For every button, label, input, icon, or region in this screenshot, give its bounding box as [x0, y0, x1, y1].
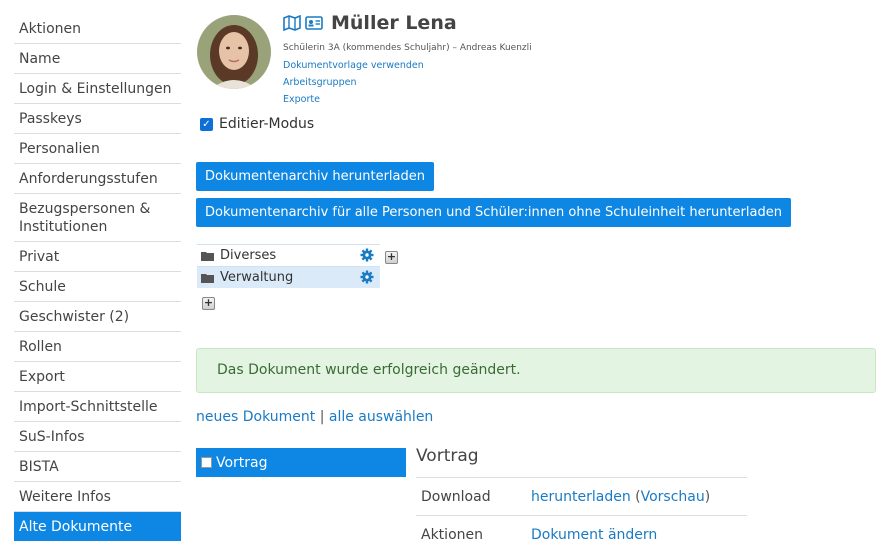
- link-dokumentvorlage[interactable]: Dokumentvorlage verwenden: [283, 60, 424, 71]
- sidebar-item-weitere-infos[interactable]: Weitere Infos: [14, 482, 181, 512]
- document-checkbox[interactable]: [201, 457, 212, 468]
- folder-label: Verwaltung: [220, 270, 294, 285]
- sidebar-item-personalien[interactable]: Personalien: [14, 134, 181, 164]
- sidebar-item-bezugspersonen[interactable]: Bezugspersonen & Institutionen: [14, 194, 181, 242]
- folder-row[interactable]: Diverses: [197, 244, 380, 266]
- folder-icon: [201, 251, 214, 261]
- detail-row-actions: Aktionen Dokument ändern: [416, 515, 747, 551]
- sidebar-item-login[interactable]: Login & Einstellungen: [14, 74, 181, 104]
- document-label: Vortrag: [216, 454, 268, 471]
- sidebar-item-bista[interactable]: BISTA: [14, 452, 181, 482]
- sidebar-item-sus-infos[interactable]: SuS-Infos: [14, 422, 181, 452]
- download-label: Download: [421, 488, 491, 505]
- document-detail-title: Vortrag: [416, 446, 479, 466]
- separator: |: [319, 409, 325, 425]
- document-list-item[interactable]: Vortrag: [196, 448, 406, 477]
- preview-link[interactable]: Vorschau: [641, 489, 705, 505]
- folder-label: Diverses: [220, 248, 277, 263]
- download-value: herunterladen (Vorschau): [531, 488, 711, 505]
- profile-title-row: Müller Lena: [283, 12, 457, 34]
- add-subfolder-icon[interactable]: +: [385, 251, 398, 264]
- id-card-icon[interactable]: [305, 15, 323, 31]
- sidebar-item-aktionen[interactable]: Aktionen: [14, 14, 181, 44]
- sidebar-item-geschwister[interactable]: Geschwister (2): [14, 302, 181, 332]
- folder-row-selected[interactable]: Verwaltung: [197, 266, 380, 288]
- checkbox-checked-icon[interactable]: ✓: [200, 117, 213, 131]
- download-archive-button[interactable]: Dokumentenarchiv herunterladen: [196, 162, 434, 191]
- map-icon[interactable]: [283, 14, 301, 32]
- success-alert: Das Dokument wurde erfolgreich geändert.: [196, 348, 876, 393]
- folder-icon: [201, 273, 214, 283]
- edit-mode-label: Editier-Modus: [219, 116, 315, 132]
- gear-icon[interactable]: [360, 270, 374, 284]
- sidebar-item-name[interactable]: Name: [14, 44, 181, 74]
- avatar: [197, 15, 271, 89]
- edit-mode-toggle[interactable]: ✓ Editier-Modus: [200, 116, 314, 132]
- link-arbeitsgruppen[interactable]: Arbeitsgruppen: [283, 77, 356, 88]
- sidebar-item-import[interactable]: Import-Schnittstelle: [14, 392, 181, 422]
- link-exporte[interactable]: Exporte: [283, 94, 320, 105]
- download-link[interactable]: herunterladen: [531, 489, 631, 505]
- actions-label: Aktionen: [421, 526, 483, 543]
- edit-document-link[interactable]: Dokument ändern: [531, 527, 657, 543]
- sidebar-item-schule[interactable]: Schule: [14, 272, 181, 302]
- document-detail-table: Download herunterladen (Vorschau) Aktion…: [416, 477, 747, 551]
- sidebar-item-rollen[interactable]: Rollen: [14, 332, 181, 362]
- gear-icon[interactable]: [360, 248, 374, 262]
- sidebar-item-passkeys[interactable]: Passkeys: [14, 104, 181, 134]
- document-actions: neues Dokument | alle auswählen: [196, 409, 433, 425]
- new-document-link[interactable]: neues Dokument: [196, 409, 315, 425]
- detail-row-download: Download herunterladen (Vorschau): [416, 477, 747, 515]
- sidebar-item-privat[interactable]: Privat: [14, 242, 181, 272]
- sidebar-nav: Aktionen Name Login & Einstellungen Pass…: [14, 14, 181, 541]
- page-title: Müller Lena: [331, 12, 457, 34]
- add-folder-icon[interactable]: +: [202, 297, 215, 310]
- select-all-link[interactable]: alle auswählen: [329, 409, 433, 425]
- sidebar-item-anforderungsstufen[interactable]: Anforderungsstufen: [14, 164, 181, 194]
- download-archive-all-button[interactable]: Dokumentenarchiv für alle Personen und S…: [196, 198, 791, 227]
- sidebar-item-alte-dokumente[interactable]: Alte Dokumente: [14, 512, 181, 541]
- sidebar-item-export[interactable]: Export: [14, 362, 181, 392]
- profile-subline: Schülerin 3A (kommendes Schuljahr) – And…: [283, 43, 532, 53]
